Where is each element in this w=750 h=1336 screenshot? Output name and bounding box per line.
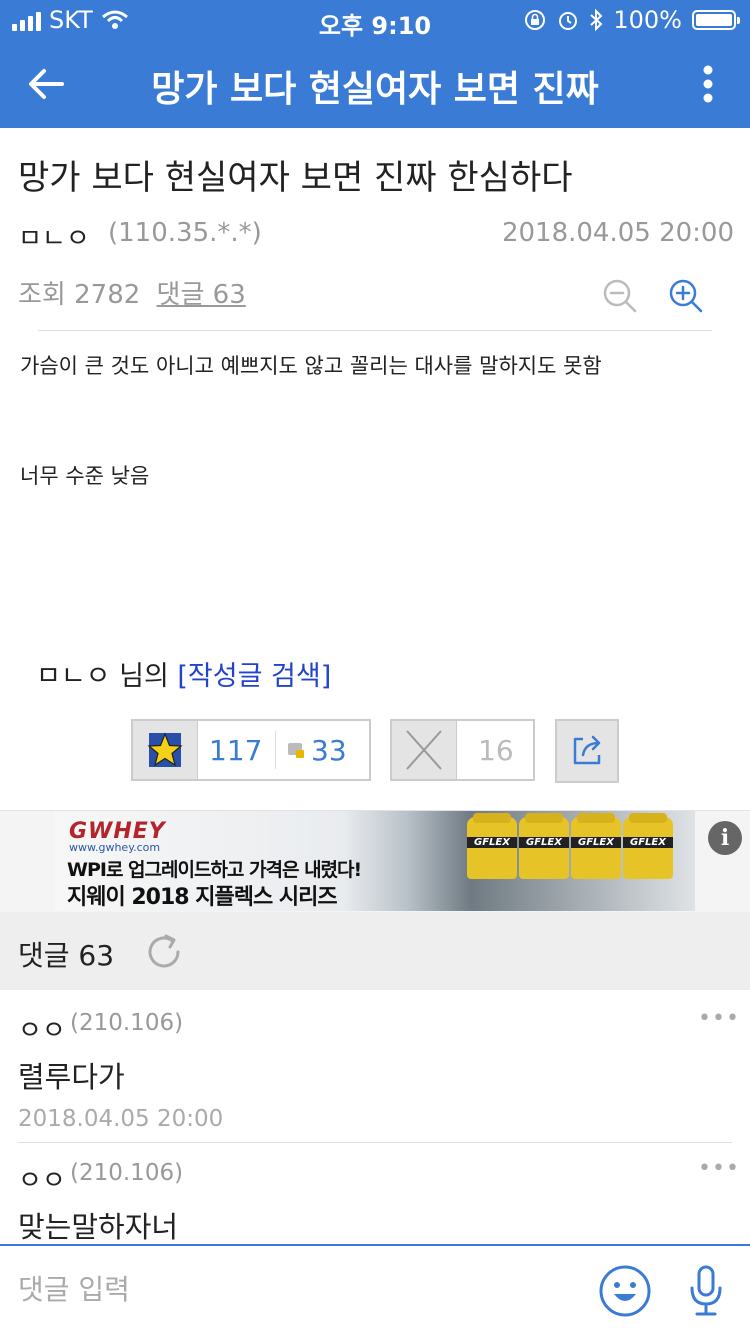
ad-headline: WPI로 업그레이드하고 가격은 내렸다! bbox=[67, 859, 362, 881]
post-stats: 조회 2782 댓글 63 bbox=[18, 274, 246, 311]
star-icon bbox=[147, 732, 183, 767]
star-cell bbox=[133, 721, 198, 779]
author-search: ㅁㄴㅇ 님의 [작성글 검색] bbox=[36, 654, 331, 693]
ad-image: GWHEY www.gwhey.com WPI로 업그레이드하고 가격은 내렸다… bbox=[55, 811, 695, 911]
post-date: 2018.04.05 20:00 bbox=[501, 218, 734, 248]
downvote-button[interactable]: 16 bbox=[390, 719, 535, 781]
back-arrow-icon[interactable] bbox=[22, 60, 70, 108]
upvote-button[interactable]: 117 33 bbox=[131, 719, 371, 781]
ad-info-icon[interactable]: i bbox=[708, 821, 742, 855]
rotation-lock-icon bbox=[525, 10, 546, 30]
emoji-icon[interactable] bbox=[598, 1264, 652, 1318]
post-author[interactable]: ㅁㄴㅇ bbox=[18, 218, 90, 255]
comment-author[interactable]: ㅇㅇ bbox=[18, 1010, 66, 1047]
divider bbox=[275, 731, 276, 769]
comment-menu-icon[interactable]: ••• bbox=[698, 1006, 740, 1031]
ad-subheadline: 지웨이 2018 지플렉스 시리즈 bbox=[67, 885, 338, 910]
comment-item: ㅇㅇ (210.106) ••• 맞는말하자너 bbox=[0, 1156, 750, 1244]
comment-input[interactable]: 댓글 입력 bbox=[18, 1268, 130, 1308]
status-right: 100% bbox=[523, 6, 740, 34]
comment-date: 2018.04.05 20:00 bbox=[18, 1106, 224, 1132]
post-meta: ㅁㄴㅇ (110.35.*.*) 2018.04.05 20:00 bbox=[18, 218, 734, 254]
post-ip: (110.35.*.*) bbox=[108, 218, 262, 248]
share-icon bbox=[573, 735, 601, 765]
view-count: 조회 2782 bbox=[18, 280, 141, 310]
ad-product: GFLEX bbox=[467, 813, 517, 879]
x-cell bbox=[392, 721, 457, 779]
post-body-line: 너무 수준 낮음 bbox=[20, 464, 150, 488]
ad-banner[interactable]: GWHEY www.gwhey.com WPI로 업그레이드하고 가격은 내렸다… bbox=[0, 810, 750, 914]
comment-input-bar: 댓글 입력 bbox=[0, 1244, 750, 1336]
comment-text: 렬루다가 bbox=[18, 1060, 125, 1094]
close-icon bbox=[406, 730, 442, 770]
battery-percent: 100% bbox=[613, 6, 682, 34]
upvote-count: 117 bbox=[209, 734, 263, 767]
microphone-icon[interactable] bbox=[684, 1264, 728, 1318]
refresh-icon[interactable] bbox=[142, 930, 186, 974]
post-body-line: 가슴이 큰 것도 아니고 예쁘지도 않고 꼴리는 대사를 말하지도 못함 bbox=[20, 354, 602, 378]
mobile-vote-icon bbox=[288, 743, 304, 758]
author-search-link[interactable]: [작성글 검색] bbox=[177, 661, 331, 692]
comments-count: 댓글 63 bbox=[18, 939, 115, 972]
divider bbox=[38, 330, 712, 331]
battery-icon bbox=[692, 10, 740, 30]
comment-ip: (210.106) bbox=[70, 1010, 184, 1036]
ad-product: GFLEX bbox=[519, 813, 569, 879]
zoom-out-icon[interactable] bbox=[602, 278, 638, 314]
comments-link[interactable]: 댓글 63 bbox=[157, 280, 246, 310]
status-bar: SKT 오후 9:10 100% bbox=[0, 0, 750, 40]
alarm-icon bbox=[559, 12, 578, 30]
page-title: 망가 보다 현실여자 보면 진짜 bbox=[151, 69, 599, 110]
more-options-icon[interactable] bbox=[702, 64, 714, 104]
zoom-in-icon[interactable] bbox=[668, 278, 704, 314]
comment-item: ㅇㅇ (210.106) ••• 렬루다가 2018.04.05 20:00 bbox=[0, 1006, 750, 1132]
app-bar: 망가 보다 현실여자 보면 진짜 bbox=[0, 40, 750, 128]
comments-header: 댓글 63 bbox=[0, 912, 750, 990]
comment-author[interactable]: ㅇㅇ bbox=[18, 1160, 66, 1197]
author-search-name: ㅁㄴㅇ bbox=[36, 661, 111, 692]
post-title: 망가 보다 현실여자 보면 진짜 한심하다 bbox=[18, 158, 573, 198]
ad-url: www.gwhey.com bbox=[69, 841, 161, 854]
ad-product: GFLEX bbox=[571, 813, 621, 879]
downvote-count: 16 bbox=[478, 734, 514, 767]
author-search-suffix: 님의 bbox=[110, 661, 178, 692]
share-button[interactable] bbox=[555, 719, 619, 783]
comment-text: 맞는말하자너 bbox=[18, 1210, 179, 1244]
divider bbox=[18, 1142, 732, 1143]
bluetooth-icon bbox=[590, 8, 603, 32]
ad-product: GFLEX bbox=[623, 813, 673, 879]
comment-menu-icon[interactable]: ••• bbox=[698, 1156, 740, 1181]
comment-ip: (210.106) bbox=[70, 1160, 184, 1186]
upvote-secondary-count: 33 bbox=[311, 734, 347, 767]
